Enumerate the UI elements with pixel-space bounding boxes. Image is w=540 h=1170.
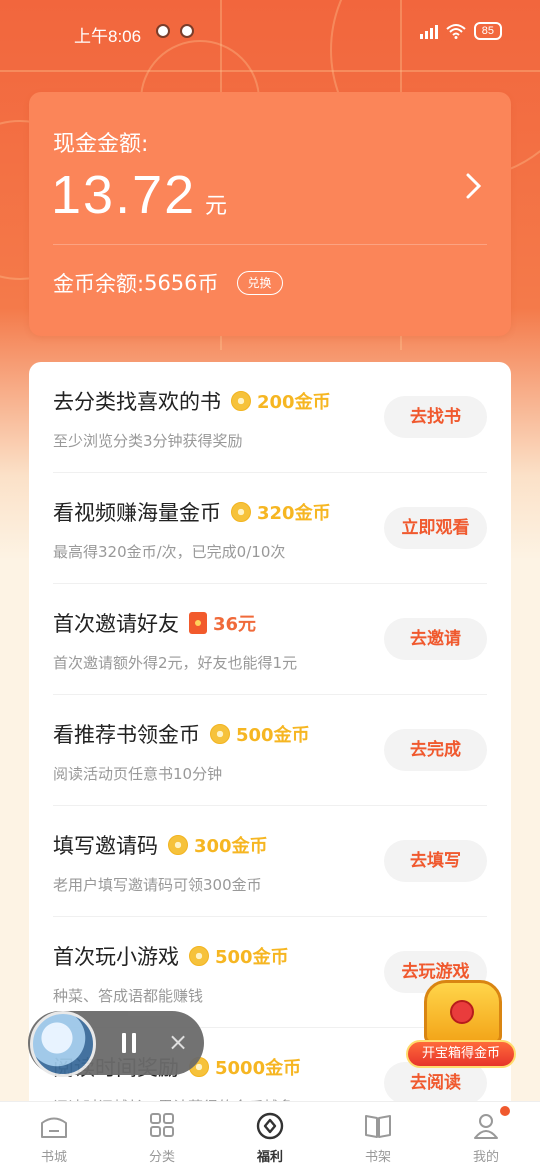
task-description: 首次邀请额外得2元，好友也能得1元 (53, 654, 298, 672)
task-description: 种菜、答成语都能赚钱 (53, 987, 204, 1005)
coin-icon (231, 391, 251, 411)
coin-icon (168, 835, 188, 855)
status-time: 上午8:06 (74, 27, 142, 46)
task-reward: 5000金币 (215, 1058, 302, 1079)
bookstore-icon (41, 1117, 67, 1138)
task-row: 看推荐书领金币 500金币 阅读活动页任意书10分钟 去完成 (29, 695, 511, 806)
coin-balance-unit: 币 (197, 272, 219, 296)
task-description: 最高得320金币/次，已完成0/10次 (53, 543, 286, 561)
task-row: 填写邀请码 300金币 老用户填写邀请码可领300金币 去填写 (29, 806, 511, 917)
bottom-nav: 书城 分类 福利 书架 我的 (0, 1101, 540, 1170)
chevron-right-icon[interactable] (465, 172, 483, 208)
battery-indicator: 85 (473, 22, 502, 40)
nav-item-bookstore[interactable]: 书城 (0, 1102, 108, 1170)
nav-item-bookshelf[interactable]: 书架 (324, 1102, 432, 1170)
treasure-chest-label: 开宝箱得金币 (406, 1040, 516, 1068)
pause-icon[interactable] (122, 1033, 138, 1053)
nav-label: 分类 (148, 1150, 175, 1165)
task-title: 看推荐书领金币 (53, 723, 200, 747)
coin-balance-label: 金币余额: (53, 272, 145, 296)
notification-badge (500, 1106, 510, 1116)
welfare-coin-icon (256, 1112, 284, 1140)
status-bar: 上午8:06 85 (0, 0, 540, 62)
treasure-chest-widget[interactable]: 开宝箱得金币 (406, 972, 516, 1072)
task-reward: 300金币 (194, 836, 268, 857)
audio-player-floating[interactable]: × (28, 1011, 204, 1077)
cash-unit: 元 (205, 194, 228, 219)
task-row: 看视频赚海量金币 320金币 最高得320金币/次，已完成0/10次 立即观看 (29, 473, 511, 584)
coin-icon (231, 502, 251, 522)
close-icon[interactable]: × (168, 1029, 188, 1055)
task-reward: 500金币 (215, 947, 289, 968)
cell-signal-icon (419, 23, 438, 39)
task-row: 去分类找喜欢的书 200金币 至少浏览分类3分钟获得奖励 去找书 (29, 362, 511, 473)
task-description: 老用户填写邀请码可领300金币 (53, 876, 262, 894)
task-title: 去分类找喜欢的书 (53, 390, 221, 414)
task-reward: 200金币 (257, 392, 331, 413)
coin-icon (189, 946, 209, 966)
coin-icon (210, 724, 230, 744)
task-reward: 320金币 (257, 503, 331, 524)
task-title: 首次邀请好友 (53, 612, 179, 636)
audio-cover-image[interactable] (30, 1011, 96, 1077)
coin-balance-value: 5656 (144, 271, 198, 295)
task-action-button[interactable]: 去完成 (384, 729, 487, 771)
task-action-button[interactable]: 去邀请 (384, 618, 487, 660)
divider (53, 244, 487, 245)
notification-app-icon (156, 24, 170, 38)
red-packet-icon (189, 612, 207, 634)
category-grid-icon (150, 1113, 174, 1137)
task-action-button[interactable]: 立即观看 (384, 507, 487, 549)
heart-lock-icon (450, 1000, 474, 1024)
cash-amount: 13.72 (51, 165, 197, 225)
nav-label: 书城 (40, 1150, 67, 1165)
nav-label: 我的 (472, 1150, 499, 1165)
status-indicators: 85 (419, 22, 502, 40)
bookshelf-icon (365, 1115, 391, 1138)
cash-balance-card[interactable]: 现金金额: 13.72 元 金币余额: 5656 币 兑换 (29, 92, 511, 336)
coin-balance: 金币余额: 5656 币 兑换 (53, 268, 283, 298)
nav-label: 福利 (256, 1150, 283, 1165)
task-action-button[interactable]: 去填写 (384, 840, 487, 882)
task-description: 至少浏览分类3分钟获得奖励 (53, 432, 243, 450)
task-reward: 500金币 (236, 725, 310, 746)
cash-label: 现金金额: (53, 132, 149, 157)
task-title: 看视频赚海量金币 (53, 501, 221, 525)
nav-item-category[interactable]: 分类 (108, 1102, 216, 1170)
task-row: 首次邀请好友 36元 首次邀请额外得2元，好友也能得1元 去邀请 (29, 584, 511, 695)
nav-item-welfare[interactable]: 福利 (216, 1102, 324, 1170)
nav-label: 书架 (364, 1150, 391, 1165)
exchange-button[interactable]: 兑换 (236, 271, 283, 295)
task-title: 首次玩小游戏 (53, 945, 179, 969)
profile-icon (474, 1114, 498, 1139)
wifi-icon (446, 24, 466, 39)
task-title: 填写邀请码 (53, 834, 158, 858)
nav-item-profile[interactable]: 我的 (432, 1102, 540, 1170)
task-description: 阅读活动页任意书10分钟 (53, 765, 223, 783)
task-action-button[interactable]: 去找书 (384, 396, 487, 438)
notification-app-icon (180, 24, 194, 38)
task-reward: 36元 (213, 614, 257, 635)
